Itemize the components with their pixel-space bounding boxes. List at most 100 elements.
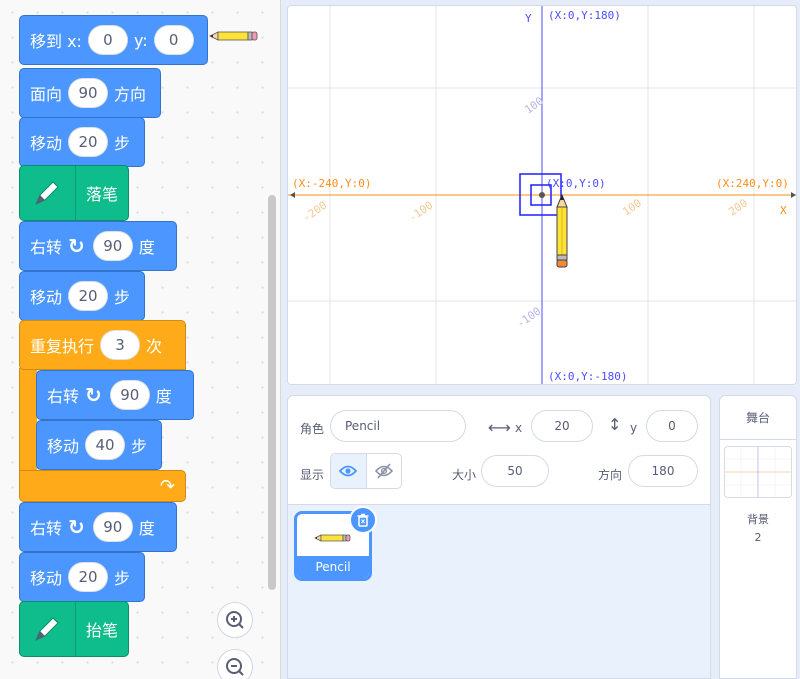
turn-label: 右转	[30, 519, 63, 538]
eye-icon	[339, 465, 358, 477]
pen-up-block[interactable]: 抬笔	[19, 601, 129, 657]
y-position-icon: ↕	[608, 415, 622, 434]
pen-up-label: 抬笔	[85, 621, 118, 640]
pencil-sprite[interactable]	[556, 193, 568, 268]
rotate-right-icon: ↻	[85, 383, 102, 407]
move-steps-block[interactable]: 移动 20 步	[19, 117, 145, 167]
tick-x-100: 100	[620, 196, 644, 218]
turn-degrees-input[interactable]: 90	[109, 380, 150, 410]
sprite-name-input[interactable]: Pencil	[330, 410, 466, 442]
code-area-scrollbar[interactable]	[268, 195, 276, 590]
bottom-coord-label: (X:0,Y:-180)	[548, 370, 627, 383]
y-label: y	[630, 421, 638, 435]
right-coord-label: (X:240,Y:0)	[716, 177, 789, 190]
turn-degrees-input[interactable]: 90	[92, 231, 133, 261]
move-suffix: 步	[114, 569, 131, 588]
stage-selector-panel[interactable]: 舞台 背景 2	[719, 395, 797, 679]
top-coord-label: (X:0,Y:180)	[548, 9, 621, 22]
tick-y-neg100: -100	[514, 305, 543, 331]
left-coord-label: (X:-240,Y:0)	[292, 177, 371, 190]
turn-suffix: 度	[155, 387, 172, 406]
x-label: x	[515, 421, 523, 435]
repeat-suffix: 次	[146, 337, 163, 356]
sprite-tile-name: Pencil	[297, 556, 369, 578]
origin-coord-label: (X:0,Y:0)	[546, 177, 606, 190]
delete-sprite-button[interactable]	[349, 506, 377, 534]
zoom-in-button[interactable]	[217, 602, 253, 638]
point-label: 面向	[30, 85, 63, 104]
zoom-in-icon	[226, 611, 244, 629]
stage-thumbnail[interactable]	[724, 446, 792, 498]
rotate-right-icon: ↻	[68, 234, 85, 258]
zoom-out-button[interactable]	[217, 649, 253, 679]
size-input[interactable]: 50	[481, 455, 549, 487]
sprite-label: 角色	[300, 422, 325, 436]
repeat-block[interactable]: 重复执行 3 次	[19, 320, 186, 370]
tick-x-200: 200	[726, 196, 750, 218]
move-steps-input[interactable]: 20	[68, 562, 109, 592]
pen-down-block[interactable]: 落笔	[19, 165, 129, 221]
move-label: 移动	[47, 437, 80, 456]
move-label: 移动	[30, 569, 63, 588]
point-direction-block[interactable]: 面向 90 方向	[19, 68, 161, 118]
loop-arrow-icon: ↷	[159, 476, 175, 497]
show-visible-button[interactable]	[331, 454, 367, 488]
move-steps-block[interactable]: 移动 20 步	[19, 552, 145, 602]
move-suffix: 步	[131, 437, 148, 456]
point-suffix: 方向	[114, 85, 147, 104]
repeat-count-input[interactable]: 3	[100, 330, 141, 360]
goto-y-label: y:	[133, 30, 148, 50]
show-label: 显示	[300, 468, 325, 482]
move-steps-input[interactable]: 40	[85, 430, 126, 460]
backdrop-count: 2	[754, 531, 762, 544]
zoom-out-icon	[226, 658, 244, 676]
repeat-block-arm	[19, 368, 37, 472]
show-hidden-button[interactable]	[367, 454, 402, 488]
goto-x-input[interactable]: 0	[87, 25, 128, 55]
direction-input[interactable]: 180	[628, 455, 698, 487]
show-toggle	[330, 453, 402, 489]
move-steps-block[interactable]: 移动 20 步	[19, 271, 145, 321]
move-suffix: 步	[114, 134, 131, 153]
point-direction-input[interactable]: 90	[68, 78, 109, 108]
pen-icon	[20, 602, 76, 656]
direction-label: 方向	[598, 468, 623, 482]
goto-y-input[interactable]: 0	[153, 25, 194, 55]
turn-label: 右转	[47, 387, 80, 406]
turn-label: 右转	[30, 238, 63, 257]
goto-label: 移到 x:	[30, 32, 82, 51]
move-suffix: 步	[114, 288, 131, 307]
move-steps-block[interactable]: 移动 40 步	[36, 420, 162, 470]
stage-canvas[interactable]: Y X (X:0,Y:180) (X:0,Y:-180) (X:-240,Y:0…	[287, 5, 797, 385]
pen-icon	[20, 166, 76, 220]
code-area[interactable]: 移到 x: 0 y: 0 面向 90 方向 移动 20 步 落笔 右转 ↻ 90…	[0, 0, 281, 679]
x-axis-label: X	[780, 204, 787, 217]
stage-grid: Y X (X:0,Y:180) (X:0,Y:-180) (X:-240,Y:0…	[288, 6, 796, 384]
size-label: 大小	[452, 468, 477, 482]
move-steps-input[interactable]: 20	[68, 127, 109, 157]
turn-right-block[interactable]: 右转 ↻ 90 度	[36, 370, 194, 420]
backdrop-label: 背景	[747, 513, 769, 526]
goto-xy-block[interactable]: 移到 x: 0 y: 0	[19, 15, 208, 65]
pen-down-label: 落笔	[85, 185, 118, 204]
pencil-sprite-icon	[209, 31, 258, 41]
rotate-right-icon: ↻	[68, 515, 85, 539]
eye-slash-icon	[374, 463, 393, 479]
repeat-label: 重复执行	[30, 337, 95, 356]
y-axis-label: Y	[525, 12, 532, 25]
trash-icon	[357, 513, 369, 527]
stage-panel-title: 舞台	[720, 396, 796, 440]
move-steps-input[interactable]: 20	[68, 281, 109, 311]
x-position-input[interactable]: 20	[531, 410, 593, 442]
repeat-block-bottom[interactable]: ↷	[19, 470, 186, 502]
move-label: 移动	[30, 288, 63, 307]
turn-right-block[interactable]: 右转 ↻ 90 度	[19, 221, 177, 271]
turn-degrees-input[interactable]: 90	[92, 512, 133, 542]
x-position-icon: ⟷	[488, 418, 511, 437]
turn-suffix: 度	[138, 238, 155, 257]
y-position-input[interactable]: 0	[646, 410, 698, 442]
tick-x-neg100: -100	[406, 199, 435, 225]
stage-thumbnail-grid	[725, 447, 791, 497]
turn-suffix: 度	[138, 519, 155, 538]
turn-right-block[interactable]: 右转 ↻ 90 度	[19, 502, 177, 552]
